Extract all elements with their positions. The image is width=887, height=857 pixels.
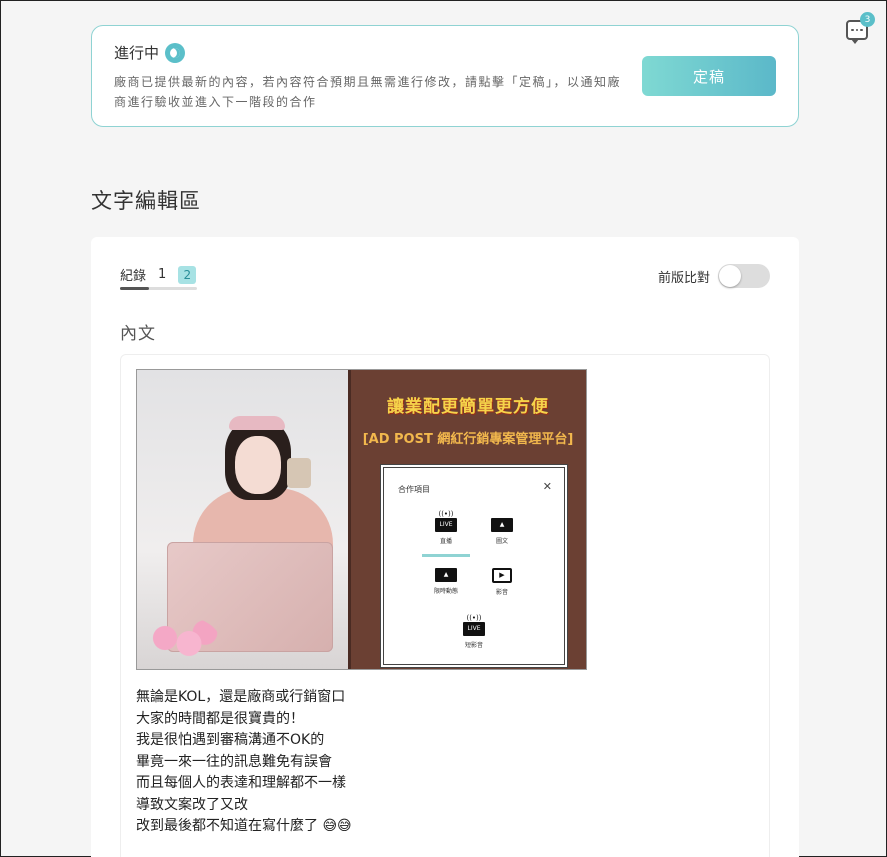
section-title: 文字編輯區 — [91, 189, 201, 213]
status-description: 廠商已提供最新的內容，若內容符合預期且無需進行修改，請點擊「定稿」，以通知廠商進… — [114, 75, 622, 109]
option-label: 圖文 — [495, 538, 508, 545]
post-text: 無論是KOL，還是廠商或行銷窗口 大家的時間都是很寶貴的！ 我是很怕遇到審稿溝通… — [136, 687, 352, 838]
close-icon: ✕ — [542, 480, 552, 493]
status-card: 進行中 廠商已提供最新的內容，若內容符合預期且無需進行修改，請點擊「定稿」，以通… — [91, 25, 799, 127]
image-icon: ▲ — [435, 568, 457, 582]
compare-toggle[interactable] — [718, 264, 770, 288]
option-label: 直播 — [439, 538, 452, 545]
influencer-photo — [137, 370, 348, 669]
promo-subtitle: [AD POST 網紅行銷專案管理平台] — [362, 432, 574, 447]
post-line: 大家的時間都是很寶貴的！ — [136, 710, 304, 727]
option-live: ((•)) LIVE 直播 — [424, 510, 468, 545]
promo-headline: 讓業配更簡單更方便 — [387, 397, 549, 417]
version-1-tab[interactable]: 1 — [158, 267, 166, 282]
option-image-text: ▲ 圖文 — [480, 518, 524, 545]
post-line: 而且每個人的表達和理解都不一樣 — [136, 775, 346, 791]
option-video: ▶ 影音 — [480, 568, 524, 596]
post-line: 我是很怕遇到審稿溝通不OK的 — [136, 732, 325, 748]
post-line: 改到最後都不知道在寫什麼了 😅😅 — [136, 818, 352, 834]
option-story: ▲ 限時動態 — [424, 568, 468, 595]
content-label: 內文 — [120, 324, 156, 344]
broadcast-icon: ((•)) — [438, 510, 454, 518]
post-line: 無論是KOL，還是廠商或行銷窗口 — [136, 689, 346, 705]
version-2-tab[interactable]: 2 — [178, 265, 197, 284]
image-icon: ▲ — [491, 518, 513, 532]
version-history: 紀錄 1 2 — [120, 265, 197, 284]
broadcast-icon: ((•)) — [466, 614, 482, 622]
editor-card: 紀錄 1 2 前版比對 內文 讓業配更簡單更方便 [AD POST 網紅行銷專案… — [91, 237, 799, 857]
option-label: 影音 — [495, 589, 508, 596]
in-progress-icon — [165, 42, 186, 63]
live-icon: LIVE — [463, 622, 485, 636]
post-image: 讓業配更簡單更方便 [AD POST 網紅行銷專案管理平台] 合作項目 ✕ ((… — [136, 369, 587, 670]
compare-previous: 前版比對 — [658, 264, 770, 288]
status-title-text: 進行中 — [114, 44, 160, 62]
modal-title: 合作項目 — [398, 485, 430, 494]
chat-badge: 3 — [860, 12, 875, 27]
selected-indicator — [422, 554, 470, 557]
version-label: 紀錄 — [120, 269, 147, 284]
promo-panel: 讓業配更簡單更方便 [AD POST 網紅行銷專案管理平台] 合作項目 ✕ ((… — [348, 370, 586, 669]
option-short-video: ((•)) LIVE 短影音 — [452, 614, 496, 649]
compare-label: 前版比對 — [657, 270, 710, 286]
option-label: 限時動態 — [433, 588, 458, 595]
version-progress-bar — [120, 287, 197, 290]
post-line: 畢竟一來一往的訊息難免有誤會 — [136, 753, 332, 770]
option-label: 短影音 — [464, 642, 483, 649]
cooperation-modal: 合作項目 ✕ ((•)) LIVE 直播 ▲ 圖文 ▲ 限時動態 ▶ 影音 ((… — [380, 464, 568, 668]
tv-icon: ▶ — [492, 568, 512, 583]
finalize-button[interactable]: 定稿 — [642, 56, 776, 96]
status-title: 進行中 — [114, 42, 186, 63]
content-box[interactable]: 讓業配更簡單更方便 [AD POST 網紅行銷專案管理平台] 合作項目 ✕ ((… — [120, 354, 770, 857]
live-icon: LIVE — [435, 518, 457, 532]
post-line: 導致文案改了又改 — [136, 796, 248, 813]
